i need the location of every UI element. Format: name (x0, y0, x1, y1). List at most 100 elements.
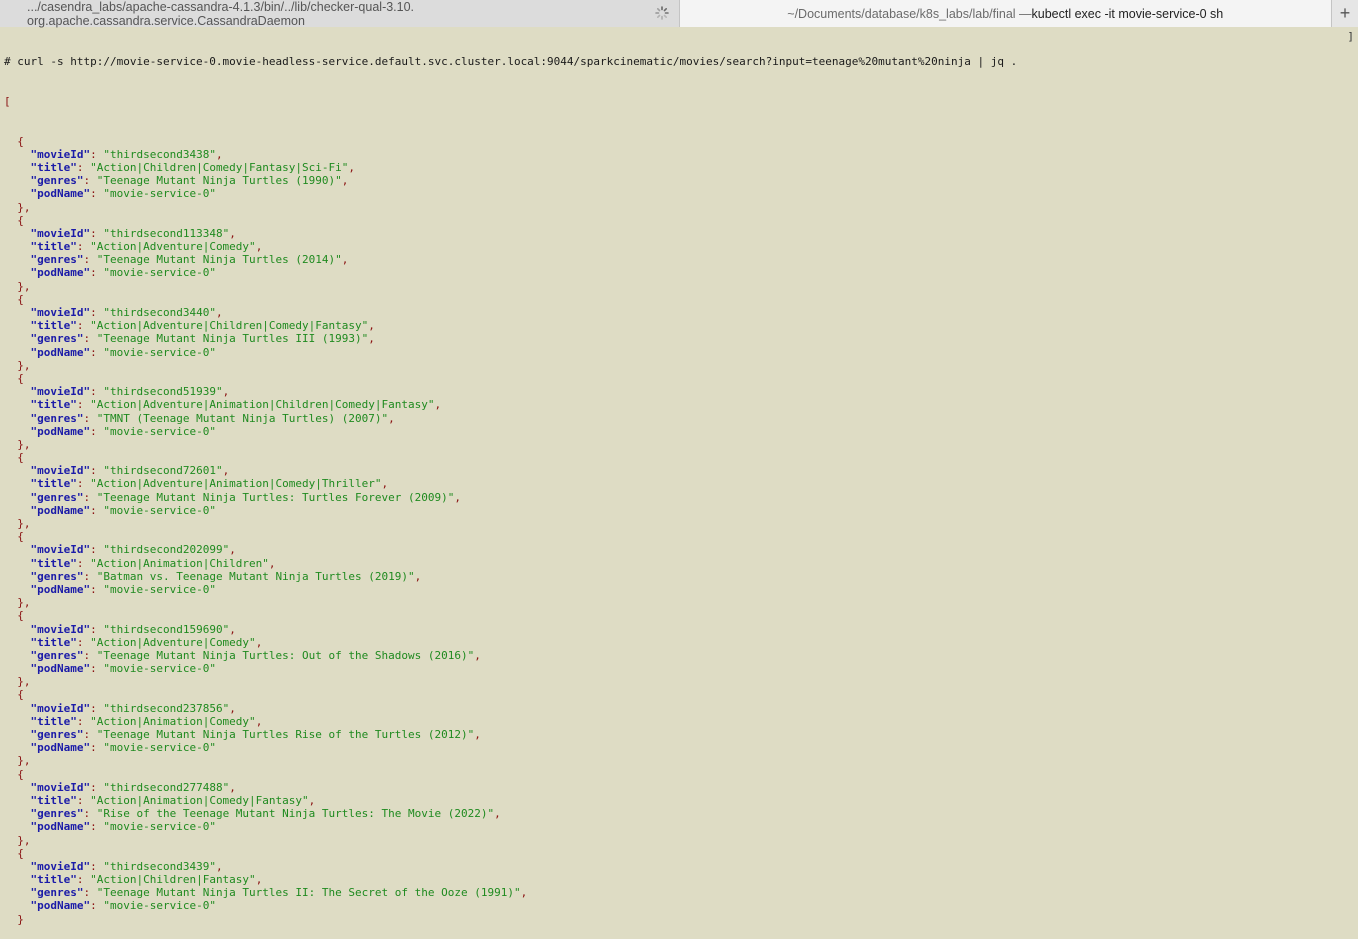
result-field-podName: "podName": "movie-service-0" (30, 662, 216, 676)
field-key: "movieId" (30, 622, 91, 636)
field-value: "movie-service-0" (103, 187, 216, 201)
field-key: "genres" (30, 886, 84, 900)
tab-kubectl[interactable]: ~/Documents/database/k8s_labs/lab/final … (679, 0, 1332, 27)
field-key: "genres" (30, 569, 84, 583)
field-key: "movieId" (30, 701, 91, 715)
field-value: "movie-service-0" (103, 345, 216, 359)
new-tab-button[interactable]: + (1331, 0, 1358, 27)
field-value: "Action|Adventure|Comedy" (90, 240, 256, 254)
field-value: "Action|Children|Comedy|Fantasy|Sci-Fi" (90, 160, 349, 174)
object-close: }, (17, 517, 31, 531)
prompt: # (4, 55, 18, 69)
field-key: "movieId" (30, 859, 91, 873)
field-key: "podName" (30, 820, 91, 834)
field-key: "genres" (30, 411, 84, 425)
field-key: "movieId" (30, 543, 91, 557)
result-field-podName: "podName": "movie-service-0" (30, 582, 216, 596)
field-value: "thirdsecond3440" (103, 306, 216, 320)
field-value: "thirdsecond159690" (103, 622, 230, 636)
field-value: "Action|Adventure|Animation|Comedy|Thril… (90, 477, 382, 491)
field-key: "podName" (30, 582, 91, 596)
result-field-podName: "podName": "movie-service-0" (30, 266, 216, 280)
tab-kubectl-path: ~/Documents/database/k8s_labs/lab/final … (787, 6, 1032, 21)
field-value: "Action|Animation|Children" (90, 556, 269, 570)
object-open: { (17, 213, 24, 227)
field-key: "genres" (30, 332, 84, 346)
field-value: "Teenage Mutant Ninja Turtles (2014)" (96, 253, 342, 267)
field-key: "podName" (30, 899, 91, 913)
result-field-title: "title": "Action|Adventure|Animation|Chi… (30, 398, 442, 412)
tab-bar: .../casendra_labs/apache-cassandra-4.1.3… (0, 0, 1358, 28)
result-field-title: "title": "Action|Animation|Children", (30, 556, 276, 570)
object-close: } (17, 912, 24, 926)
command-line: # curl -s http://movie-service-0.movie-h… (4, 55, 1358, 68)
field-value: "Teenage Mutant Ninja Turtles: Turtles F… (96, 490, 455, 504)
result-field-title: "title": "Action|Adventure|Children|Come… (30, 319, 375, 333)
result-field-movieId: "movieId": "thirdsecond3439", (30, 859, 223, 873)
object-open: { (17, 371, 24, 385)
result-field-title: "title": "Action|Children|Comedy|Fantasy… (30, 160, 356, 174)
field-key: "movieId" (30, 147, 91, 161)
field-value: "movie-service-0" (103, 503, 216, 517)
object-close: }, (17, 358, 31, 372)
result-field-movieId: "movieId": "thirdsecond237856", (30, 701, 236, 715)
result-field-podName: "podName": "movie-service-0" (30, 424, 216, 438)
field-value: "Action|Adventure|Animation|Children|Com… (90, 398, 435, 412)
field-key: "genres" (30, 253, 84, 267)
field-key: "genres" (30, 174, 84, 188)
result-field-genres: "genres": "Teenage Mutant Ninja Turtles:… (30, 490, 461, 504)
field-key: "genres" (30, 807, 84, 821)
object-open: { (17, 451, 24, 465)
object-close: }, (17, 754, 31, 768)
field-key: "title" (30, 160, 77, 174)
field-value: "TMNT (Teenage Mutant Ninja Turtles) (20… (96, 411, 389, 425)
tab-cassandra[interactable]: .../casendra_labs/apache-cassandra-4.1.3… (0, 0, 680, 28)
result-field-movieId: "movieId": "thirdsecond72601", (30, 464, 230, 478)
result-field-movieId: "movieId": "thirdsecond159690", (30, 622, 236, 636)
field-value: "thirdsecond202099" (103, 543, 230, 557)
object-close: }, (17, 437, 31, 451)
result-field-genres: "genres": "Teenage Mutant Ninja Turtles … (30, 332, 375, 346)
object-open: { (17, 530, 24, 544)
field-key: "title" (30, 319, 77, 333)
field-key: "podName" (30, 741, 91, 755)
array-open: [ (4, 95, 11, 108)
field-value: "thirdsecond72601" (103, 464, 223, 478)
result-field-podName: "podName": "movie-service-0" (30, 187, 216, 201)
field-value: "movie-service-0" (103, 899, 216, 913)
field-value: "thirdsecond277488" (103, 780, 230, 794)
field-value: "Teenage Mutant Ninja Turtles Rise of th… (96, 728, 475, 742)
field-value: "movie-service-0" (103, 820, 216, 834)
field-key: "podName" (30, 266, 91, 280)
field-value: "thirdsecond3439" (103, 859, 216, 873)
result-field-movieId: "movieId": "thirdsecond3440", (30, 306, 223, 320)
object-close: }, (17, 596, 31, 610)
field-key: "movieId" (30, 464, 91, 478)
results-list: { "movieId": "thirdsecond3438", "title":… (4, 135, 1358, 926)
result-field-genres: "genres": "Teenage Mutant Ninja Turtles … (30, 253, 349, 267)
result-field-genres: "genres": "Teenage Mutant Ninja Turtles … (30, 174, 349, 188)
field-value: "Batman vs. Teenage Mutant Ninja Turtles… (96, 569, 415, 583)
object-open: { (17, 609, 24, 623)
field-key: "podName" (30, 503, 91, 517)
result-field-genres: "genres": "TMNT (Teenage Mutant Ninja Tu… (30, 411, 395, 425)
field-key: "podName" (30, 187, 91, 201)
field-key: "movieId" (30, 780, 91, 794)
object-open: { (17, 134, 24, 148)
object-open: { (17, 767, 24, 781)
terminal-output[interactable]: # curl -s http://movie-service-0.movie-h… (0, 27, 1358, 925)
field-value: "movie-service-0" (103, 662, 216, 676)
field-key: "title" (30, 240, 77, 254)
result-field-genres: "genres": "Teenage Mutant Ninja Turtles … (30, 886, 528, 900)
field-key: "genres" (30, 648, 84, 662)
field-value: "Action|Animation|Comedy" (90, 714, 256, 728)
field-key: "genres" (30, 728, 84, 742)
field-key: "podName" (30, 662, 91, 676)
field-value: "Teenage Mutant Ninja Turtles: Out of th… (96, 648, 475, 662)
command-text: curl -s http://movie-service-0.movie-hea… (17, 55, 1018, 69)
field-value: "thirdsecond51939" (103, 385, 223, 399)
field-value: "movie-service-0" (103, 424, 216, 438)
field-value: "movie-service-0" (103, 741, 216, 755)
result-field-movieId: "movieId": "thirdsecond3438", (30, 147, 223, 161)
field-key: "podName" (30, 345, 91, 359)
